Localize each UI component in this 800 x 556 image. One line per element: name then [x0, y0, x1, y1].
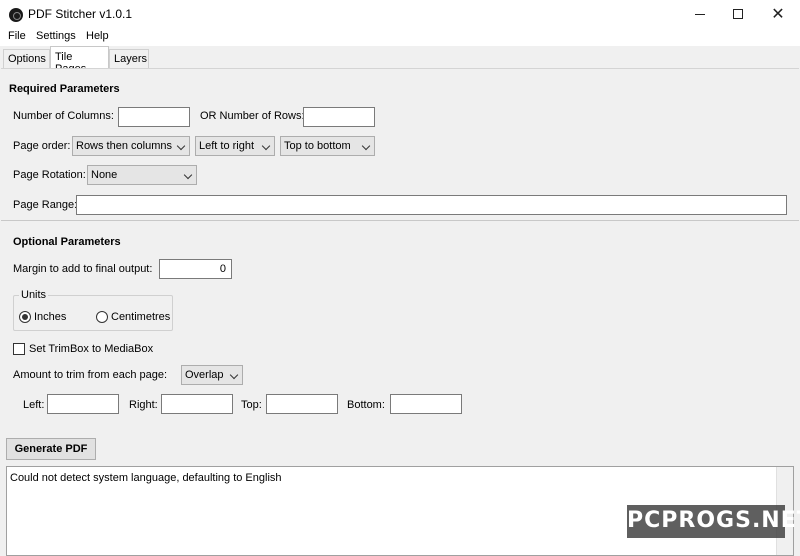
generate-pdf-button[interactable]: Generate PDF [6, 438, 96, 460]
optional-parameters-heading: Optional Parameters [13, 236, 121, 248]
bottom-label: Bottom: [347, 399, 385, 411]
menu-bar: File Settings Help [0, 28, 800, 46]
page-order-value: Rows then columns [76, 140, 172, 152]
trimbox-label: Set TrimBox to MediaBox [29, 343, 154, 355]
trim-mode-select[interactable]: Overlap [181, 365, 243, 385]
rotation-value: None [91, 169, 118, 181]
trimbox-checkbox[interactable] [13, 343, 25, 355]
bottom-input[interactable] [390, 394, 462, 414]
tile-pages-panel: Required Parameters Number of Columns: O… [1, 68, 799, 430]
right-input[interactable] [161, 394, 233, 414]
maximize-button[interactable] [718, 0, 758, 28]
close-button[interactable]: ✕ [758, 0, 798, 28]
page-range-label: Page Range: [13, 199, 78, 211]
chevron-down-icon [183, 170, 193, 180]
required-parameters-heading: Required Parameters [9, 83, 120, 95]
direction-value: Left to right [199, 140, 255, 152]
page-range-input[interactable] [76, 195, 787, 215]
columns-label: Number of Columns: [13, 110, 114, 122]
log-message: Could not detect system language, defaul… [10, 472, 282, 484]
page-order-label: Page order: [13, 140, 71, 152]
inches-label: Inches [34, 311, 67, 323]
close-icon: ✕ [771, 4, 785, 23]
menu-help[interactable]: Help [86, 30, 109, 42]
columns-input[interactable] [118, 107, 190, 127]
rotation-label: Page Rotation: [13, 169, 86, 181]
rows-label: OR Number of Rows: [200, 110, 305, 122]
rows-input[interactable] [303, 107, 375, 127]
app-logo-icon [9, 8, 23, 22]
tab-tile-pages[interactable]: Tile Pages [50, 46, 109, 75]
trim-mode-value: Overlap [185, 369, 224, 381]
direction-select[interactable]: Left to right [195, 136, 275, 156]
chevron-down-icon [229, 370, 239, 380]
units-group-label: Units [19, 289, 49, 301]
centimetres-label: Centimetres [111, 311, 171, 323]
tab-options[interactable]: Options [3, 49, 50, 68]
vertical-order-select[interactable]: Top to bottom [280, 136, 375, 156]
vertical-order-value: Top to bottom [284, 140, 351, 152]
trim-amount-label: Amount to trim from each page: [13, 369, 168, 381]
chevron-down-icon [261, 141, 271, 151]
title-bar: PDF Stitcher v1.0.1 ✕ [0, 0, 800, 28]
rotation-select[interactable]: None [87, 165, 197, 185]
chevron-down-icon [176, 141, 186, 151]
centimetres-radio[interactable] [96, 311, 108, 323]
minimize-button[interactable] [680, 0, 720, 28]
maximize-icon [733, 9, 743, 19]
menu-settings[interactable]: Settings [36, 30, 76, 42]
minimize-icon [695, 13, 705, 15]
page-order-select[interactable]: Rows then columns [72, 136, 190, 156]
left-label: Left: [23, 399, 45, 411]
top-label: Top: [241, 399, 262, 411]
section-divider [1, 220, 799, 221]
margin-label: Margin to add to final output: [13, 263, 153, 275]
menu-file[interactable]: File [8, 30, 26, 42]
chevron-down-icon [361, 141, 371, 151]
margin-input[interactable]: 0 [159, 259, 232, 279]
watermark-overlay: PCPROGS.NET [627, 505, 800, 538]
tab-bar: Options Tile Pages Layers [0, 46, 800, 75]
left-input[interactable] [47, 394, 119, 414]
inches-radio[interactable] [19, 311, 31, 323]
right-label: Right: [129, 399, 158, 411]
tab-layers[interactable]: Layers [109, 49, 149, 68]
window-title: PDF Stitcher v1.0.1 [28, 7, 133, 21]
top-input[interactable] [266, 394, 338, 414]
